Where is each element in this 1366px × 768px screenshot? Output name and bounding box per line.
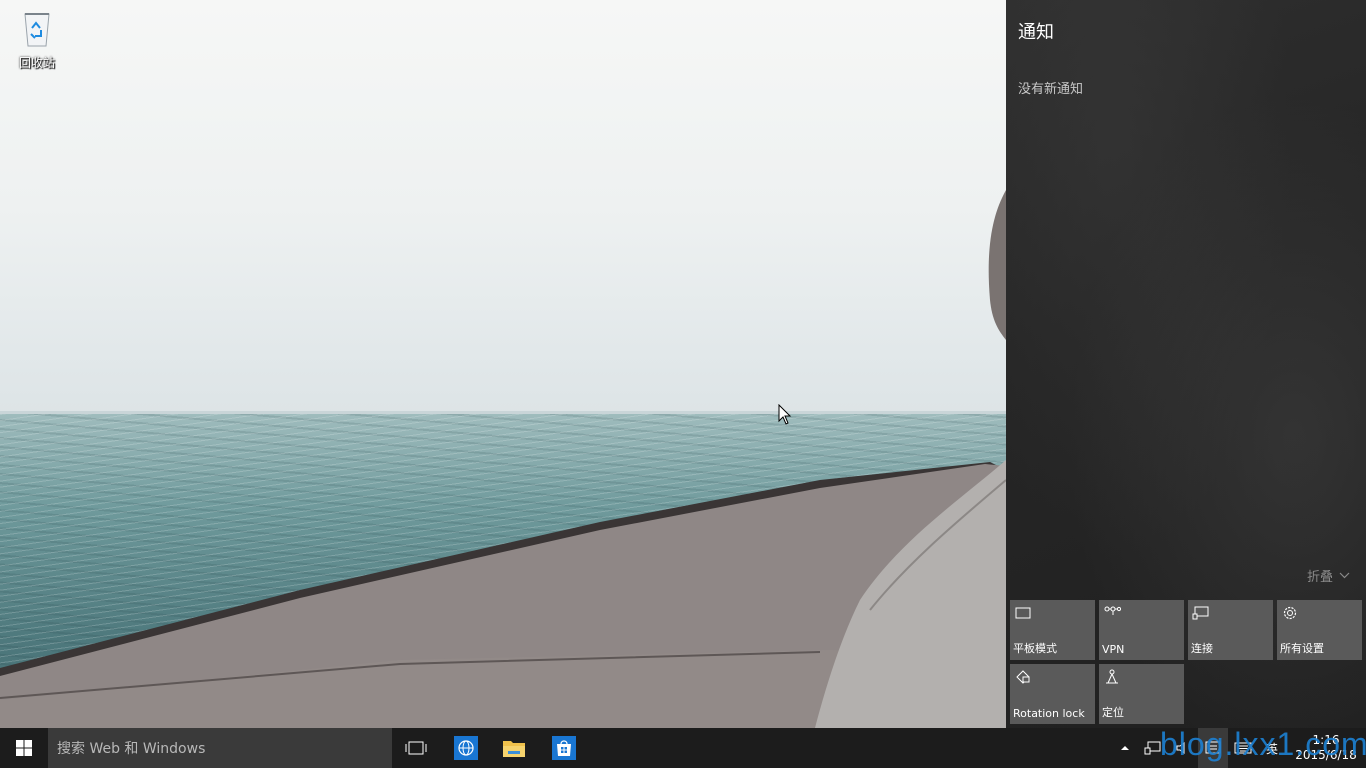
quick-action-label: 平板模式 <box>1013 642 1057 655</box>
quick-action-vpn[interactable]: VPN <box>1099 600 1184 660</box>
quick-actions-grid: 平板模式 VPN 连接 所有设置 Rotation lock 定位 <box>1010 600 1362 724</box>
collapse-label: 折叠 <box>1306 570 1333 585</box>
quick-action-label: VPN <box>1102 643 1125 656</box>
chevron-down-icon <box>1339 572 1350 579</box>
store-icon <box>552 736 576 760</box>
no-notifications-text: 没有新通知 <box>1018 82 1084 97</box>
rotation-lock-icon <box>1016 670 1030 684</box>
tablet-mode-icon <box>1015 607 1031 619</box>
mouse-cursor-icon <box>778 404 792 425</box>
site-watermark: blog.lxx1.com <box>1160 726 1366 762</box>
search-input[interactable]: 搜索 Web 和 Windows <box>48 728 392 768</box>
windows-logo-icon <box>16 740 32 756</box>
quick-action-location[interactable]: 定位 <box>1099 664 1184 724</box>
task-view-icon <box>405 741 427 755</box>
collapse-button[interactable]: 折叠 <box>1307 566 1350 585</box>
desktop-icon-label: 回收站 <box>18 56 55 70</box>
desktop-icon-recycle-bin[interactable]: 回收站 <box>8 8 66 71</box>
show-hidden-icons-button[interactable] <box>1112 728 1138 768</box>
quick-action-label: Rotation lock <box>1013 707 1085 720</box>
connect-icon <box>1192 606 1209 620</box>
taskbar-store-button[interactable] <box>540 728 588 768</box>
quick-action-label: 定位 <box>1102 706 1124 719</box>
quick-action-rotation-lock[interactable]: Rotation lock <box>1010 664 1095 724</box>
recycle-bin-icon <box>19 8 55 48</box>
quick-action-label: 连接 <box>1191 642 1213 655</box>
quick-action-tablet-mode[interactable]: 平板模式 <box>1010 600 1095 660</box>
gear-icon <box>1283 606 1297 620</box>
action-center-title: 通知 <box>1018 22 1054 43</box>
action-center-panel: 通知 没有新通知 折叠 平板模式 VPN 连接 所有设置 Rotation lo… <box>1006 0 1366 728</box>
folder-icon <box>503 741 525 757</box>
quick-action-label: 所有设置 <box>1280 642 1324 655</box>
vpn-icon <box>1104 606 1121 615</box>
location-icon <box>1106 669 1118 684</box>
globe-icon <box>454 736 478 760</box>
task-view-button[interactable] <box>392 728 440 768</box>
quick-action-all-settings[interactable]: 所有设置 <box>1277 600 1362 660</box>
chevron-up-icon <box>1121 746 1129 750</box>
quick-action-connect[interactable]: 连接 <box>1188 600 1273 660</box>
taskbar-browser-button[interactable] <box>442 728 490 768</box>
search-placeholder: 搜索 Web 和 Windows <box>57 741 206 757</box>
start-button[interactable] <box>0 728 48 768</box>
taskbar-file-explorer-button[interactable] <box>490 728 538 768</box>
